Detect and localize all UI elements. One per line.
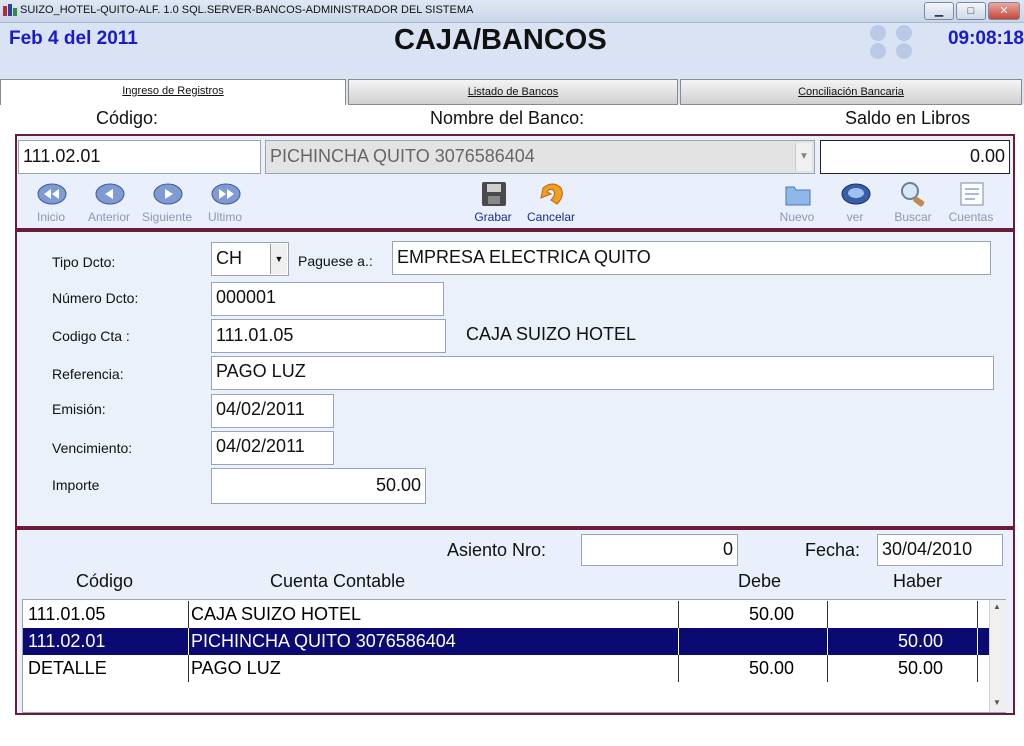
page-title: CAJA/BANCOS (394, 24, 607, 56)
row-codigo: 111.01.05 (23, 601, 189, 628)
referencia-input[interactable]: PAGO LUZ (211, 356, 994, 390)
row-haber: 50.00 (828, 655, 978, 682)
app-icon (3, 4, 17, 16)
tab-listado-de-bancos[interactable]: Listado de Bancos (348, 79, 678, 105)
buscar-label: Buscar (894, 210, 932, 224)
importe-input[interactable]: 50.00 (211, 468, 426, 504)
grabar-label: Grabar (474, 210, 512, 224)
nombre-banco-header: Nombre del Banco: (430, 108, 585, 128)
ultimo-button[interactable]: Ultimo (196, 180, 254, 226)
siguiente-button[interactable]: Siguiente (138, 180, 196, 226)
bank-code-input[interactable]: 111.02.01 (18, 140, 261, 174)
tipo-dcto-label: Tipo Dcto: (52, 254, 116, 270)
close-button[interactable]: ✕ (988, 2, 1020, 20)
search-magnifier-icon (901, 182, 925, 207)
minimize-button[interactable]: ▁ (924, 2, 954, 20)
last-record-icon (211, 183, 241, 205)
grid-scrollbar[interactable]: ▲ ▼ (989, 600, 1006, 712)
date-label: Feb 4 del 2011 (9, 28, 138, 49)
paguese-input[interactable]: EMPRESA ELECTRICA QUITO (392, 241, 991, 275)
saldo-header: Saldo en Libros (845, 108, 971, 128)
ver-button[interactable]: ver (826, 180, 884, 226)
ultimo-label: Ultimo (207, 210, 242, 224)
col-debe-header: Debe (738, 571, 782, 591)
vencimiento-input[interactable]: 04/02/2011 (211, 431, 334, 465)
next-record-icon (153, 183, 183, 205)
cuenta-nombre-label: CAJA SUIZO HOTEL (466, 324, 637, 344)
accounts-document-icon (960, 182, 984, 206)
col-codigo-header: Código (76, 571, 134, 591)
anterior-label: Anterior (87, 210, 131, 224)
dots-logo-icon (870, 25, 912, 59)
siguiente-label: Siguiente (141, 210, 193, 224)
inicio-label: Inicio (36, 210, 65, 224)
time-label: 09:08:18 (947, 28, 1024, 49)
tipo-dcto-select[interactable]: CH ▼ (211, 242, 289, 276)
cuentas-button[interactable]: Cuentas (942, 180, 1000, 226)
nuevo-button[interactable]: Nuevo (768, 180, 826, 226)
inicio-button[interactable]: Inicio (22, 180, 80, 226)
row-cuenta: CAJA SUIZO HOTEL (189, 601, 679, 628)
tab-ingreso-de-registros[interactable]: Ingreso de Registros (0, 79, 346, 105)
ver-label: ver (846, 210, 864, 224)
new-folder-icon (785, 186, 811, 206)
tipo-dcto-value: CH (216, 248, 242, 268)
numero-dcto-input[interactable]: 000001 (211, 282, 444, 316)
row-debe: 50.00 (679, 655, 828, 682)
row-cuenta: PICHINCHA QUITO 3076586404 (189, 628, 679, 655)
maximize-button[interactable]: □ (956, 2, 986, 20)
emision-input[interactable]: 04/02/2011 (211, 394, 334, 428)
undo-arrow-icon (540, 183, 563, 205)
chevron-down-icon[interactable]: ▼ (270, 244, 287, 274)
col-haber-header: Haber (893, 571, 943, 591)
chevron-down-icon[interactable]: ▼ (795, 143, 812, 171)
vencimiento-label: Vencimiento: (52, 440, 133, 456)
codigo-cta-label: Codigo Cta : (52, 328, 130, 344)
col-cuenta-header: Cuenta Contable (270, 571, 406, 591)
row-codigo: 111.02.01 (23, 628, 189, 655)
saldo-field: 0.00 (820, 140, 1010, 174)
save-disk-icon (482, 182, 506, 206)
scroll-down-icon[interactable]: ▼ (993, 698, 1001, 707)
paguese-label: Paguese a.: (298, 253, 373, 269)
window-title: SUIZO_HOTEL-QUITO-ALF. 1.0 SQL.SERVER-BA… (20, 4, 474, 16)
cuentas-label: Cuentas (948, 210, 994, 224)
window-title-bar[interactable]: SUIZO_HOTEL-QUITO-ALF. 1.0 SQL.SERVER-BA… (0, 0, 1024, 23)
row-haber (828, 601, 978, 628)
nuevo-label: Nuevo (779, 210, 815, 224)
table-row-selected[interactable]: 111.02.01 PICHINCHA QUITO 3076586404 50.… (23, 628, 989, 655)
asiento-label: Asiento Nro: (447, 540, 547, 560)
referencia-label: Referencia: (52, 366, 124, 382)
row-haber: 50.00 (828, 628, 978, 655)
scroll-up-icon[interactable]: ▲ (993, 602, 1001, 611)
row-cuenta: PAGO LUZ (189, 655, 679, 682)
bank-name-value: PICHINCHA QUITO 3076586404 (270, 146, 535, 166)
row-debe (679, 628, 828, 655)
previous-record-icon (95, 183, 125, 205)
anterior-button[interactable]: Anterior (80, 180, 138, 226)
view-eye-icon (841, 183, 871, 205)
codigo-cta-input[interactable]: 111.01.05 (211, 319, 446, 353)
row-codigo: DETALLE (23, 655, 189, 682)
buscar-button[interactable]: Buscar (884, 180, 942, 226)
table-row[interactable]: DETALLE PAGO LUZ 50.00 50.00 (23, 655, 989, 682)
importe-label: Importe (52, 477, 100, 493)
cancelar-button[interactable]: Cancelar (522, 180, 580, 226)
journal-grid[interactable]: 111.01.05 CAJA SUIZO HOTEL 50.00 111.02.… (22, 599, 1006, 713)
tab-conciliacion-bancaria[interactable]: Conciliación Bancaria (680, 79, 1022, 105)
numero-dcto-label: Número Dcto: (52, 290, 139, 306)
grabar-button[interactable]: Grabar (464, 180, 522, 226)
asiento-input[interactable]: 0 (581, 534, 738, 566)
cancelar-label: Cancelar (526, 210, 576, 224)
fecha-input[interactable]: 30/04/2010 (877, 534, 1003, 566)
fecha-label: Fecha: (805, 540, 861, 560)
bank-name-select[interactable]: PICHINCHA QUITO 3076586404 ▼ (265, 140, 815, 174)
table-row[interactable]: 111.01.05 CAJA SUIZO HOTEL 50.00 (23, 601, 989, 628)
row-debe: 50.00 (679, 601, 828, 628)
emision-label: Emisión: (52, 401, 106, 417)
first-record-icon (37, 183, 67, 205)
codigo-header: Código: (96, 108, 159, 128)
